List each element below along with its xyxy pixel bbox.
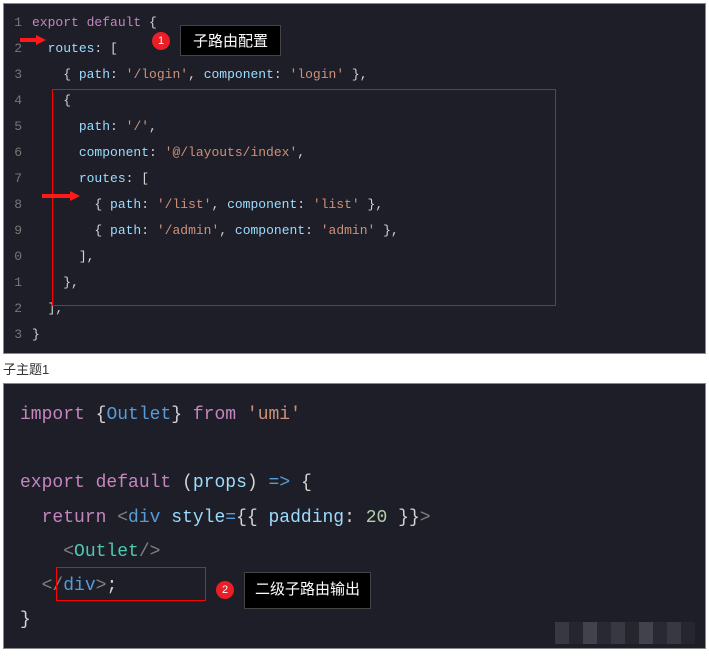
code-line: ], <box>32 296 705 322</box>
code-line: export default (props) => { <box>20 466 689 500</box>
line-number: 6 <box>4 140 22 166</box>
line-number: 3 <box>4 62 22 88</box>
line-number: 2 <box>4 36 22 62</box>
code-line: return <div style={{ padding: 20 }}> <box>20 501 689 535</box>
line-number-gutter: 1 2 3 4 5 6 7 8 9 0 1 2 3 <box>4 4 22 348</box>
code-line: }, <box>32 270 705 296</box>
code-line: routes: [ <box>32 166 705 192</box>
code-line: ], <box>32 244 705 270</box>
code-line: routes: [ <box>32 36 705 62</box>
code-line: path: '/', <box>32 114 705 140</box>
code-line <box>20 432 689 466</box>
code-line: { path: '/list', component: 'list' }, <box>32 192 705 218</box>
line-number: 0 <box>4 244 22 270</box>
watermark-pixelated <box>555 622 695 644</box>
code-line: } <box>32 322 705 348</box>
code-line: export default { <box>32 10 705 36</box>
line-number: 3 <box>4 322 22 348</box>
caption-text: 子主题1 <box>0 357 709 380</box>
line-number: 1 <box>4 10 22 36</box>
line-number: 9 <box>4 218 22 244</box>
code-block-routes-config: 1 2 3 4 5 6 7 8 9 0 1 2 3 export default… <box>3 3 706 354</box>
line-number: 4 <box>4 88 22 114</box>
line-number: 8 <box>4 192 22 218</box>
line-number: 2 <box>4 296 22 322</box>
line-number: 1 <box>4 270 22 296</box>
code-line: { path: '/admin', component: 'admin' }, <box>32 218 705 244</box>
line-number: 7 <box>4 166 22 192</box>
code-block-outlet: import {Outlet} from 'umi' export defaul… <box>3 383 706 649</box>
code-line: </div>; <box>20 569 689 603</box>
code-line: <Outlet/> <box>20 535 689 569</box>
code-content: export default { routes: [ { path: '/log… <box>4 4 705 348</box>
code-line: { <box>32 88 705 114</box>
code-line: component: '@/layouts/index', <box>32 140 705 166</box>
line-number: 5 <box>4 114 22 140</box>
code-line: import {Outlet} from 'umi' <box>20 398 689 432</box>
code-line: { path: '/login', component: 'login' }, <box>32 62 705 88</box>
